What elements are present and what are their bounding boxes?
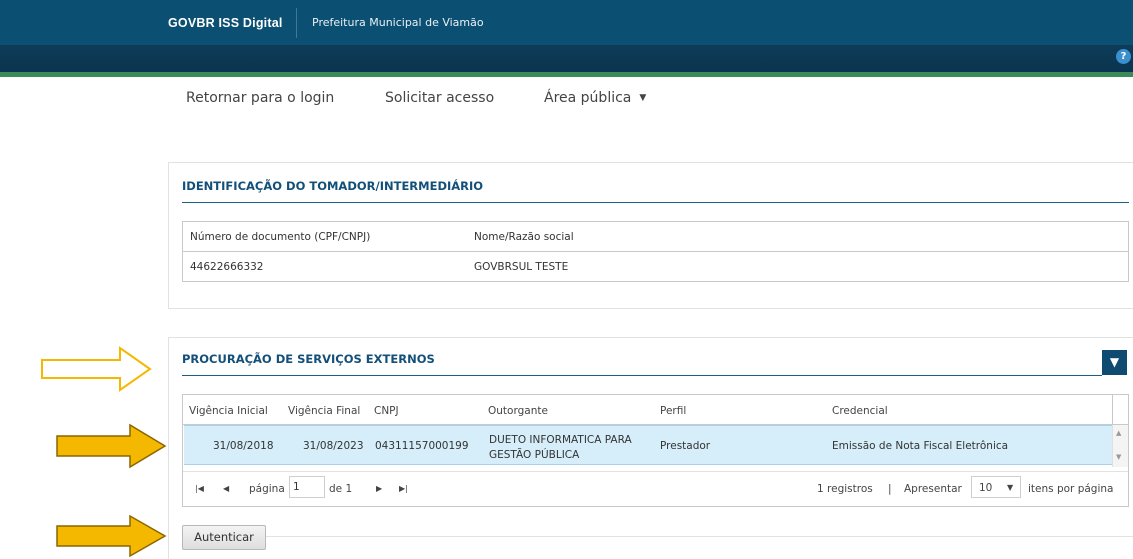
nav-request-access[interactable]: Solicitar acesso xyxy=(385,90,494,106)
document-table-row: 44622666332 GOVBRSUL TESTE xyxy=(183,252,1128,282)
next-page-icon[interactable]: ▶ xyxy=(376,484,382,493)
header-divider xyxy=(296,8,297,38)
grid-header: Vigência Inicial Vigência Final CNPJ Out… xyxy=(183,395,1128,425)
cell-outorgante-line1: DUETO INFORMATICA PARA xyxy=(489,434,632,446)
items-per-page-value: 10 xyxy=(979,482,993,494)
scroll-down-icon[interactable]: ▼ xyxy=(1116,453,1121,461)
document-number: 44622666332 xyxy=(190,261,264,273)
pager-separator: | xyxy=(888,483,892,495)
collapse-toggle-button[interactable]: ▼ xyxy=(1102,350,1127,375)
nav-return-login[interactable]: Retornar para o login xyxy=(186,90,334,106)
cell-credencial: Emissão de Nota Fiscal Eletrônica xyxy=(832,440,1009,452)
nav-public-area[interactable]: Área pública ▼ xyxy=(544,90,646,106)
page-label: página xyxy=(249,483,285,495)
footer-divider xyxy=(266,536,1133,537)
help-icon[interactable]: ? xyxy=(1116,49,1131,64)
cell-vigencia-final: 31/08/2023 xyxy=(303,440,364,452)
cell-outorgante: DUETO INFORMATICA PARA GESTÃO PÚBLICA xyxy=(489,433,632,463)
procuracao-grid: Vigência Inicial Vigência Final CNPJ Out… xyxy=(182,394,1129,507)
identification-title-underline xyxy=(182,202,1129,203)
last-page-icon[interactable]: ▶| xyxy=(399,484,408,493)
caret-down-icon: ▼ xyxy=(1007,483,1014,492)
table-row[interactable]: 31/08/2018 31/08/2023 04311157000199 DUE… xyxy=(184,425,1112,465)
accent-line xyxy=(0,72,1133,77)
sub-header-bar xyxy=(0,45,1133,72)
page-number-input[interactable] xyxy=(289,476,325,498)
grid-pager: |◀ ◀ página de 1 ▶ ▶| 1 registros | Apre… xyxy=(183,471,1128,505)
filled-arrow-icon xyxy=(56,514,167,558)
document-table-header: Número de documento (CPF/CNPJ) Nome/Razã… xyxy=(183,222,1128,252)
authenticate-button[interactable]: Autenticar xyxy=(182,525,266,550)
grid-scrollbar[interactable]: ▲ ▼ xyxy=(1112,425,1128,467)
cell-perfil: Prestador xyxy=(660,440,711,452)
items-per-page-label: itens por página xyxy=(1028,483,1114,495)
column-header-perfil[interactable]: Perfil xyxy=(660,405,686,417)
procuracao-title-underline xyxy=(182,375,1102,376)
procuracao-title: PROCURAÇÃO DE SERVIÇOS EXTERNOS xyxy=(182,352,435,366)
cell-cnpj: 04311157000199 xyxy=(375,440,469,452)
records-count: 1 registros xyxy=(817,483,873,495)
document-table: Número de documento (CPF/CNPJ) Nome/Razã… xyxy=(182,221,1129,282)
nav-public-area-label: Área pública xyxy=(544,90,632,106)
column-header-vigencia-final[interactable]: Vigência Final xyxy=(288,405,360,417)
identification-title: IDENTIFICAÇÃO DO TOMADOR/INTERMEDIÁRIO xyxy=(182,179,484,193)
filled-arrow-icon xyxy=(56,423,167,469)
company-name: GOVBRSUL TESTE xyxy=(474,261,569,273)
page-count: de 1 xyxy=(329,483,353,495)
items-per-page-select[interactable]: 10 ▼ xyxy=(971,476,1021,498)
top-header: GOVBR ISS Digital Prefeitura Municipal d… xyxy=(0,0,1133,45)
previous-page-icon[interactable]: ◀ xyxy=(223,484,229,493)
chevron-down-icon: ▼ xyxy=(1109,355,1120,369)
column-header-credencial[interactable]: Credencial xyxy=(832,405,888,417)
outline-arrow-icon xyxy=(41,346,152,392)
header-scroll-spacer xyxy=(1112,395,1128,425)
cell-vigencia-inicial: 31/08/2018 xyxy=(213,440,274,452)
first-page-icon[interactable]: |◀ xyxy=(195,484,204,493)
column-header-outorgante[interactable]: Outorgante xyxy=(488,405,548,417)
column-header-name: Nome/Razão social xyxy=(474,231,574,243)
column-header-cnpj[interactable]: CNPJ xyxy=(374,405,399,417)
caret-down-icon: ▼ xyxy=(639,93,647,103)
municipality-name: Prefeitura Municipal de Viamão xyxy=(312,16,484,29)
column-header-vigencia-inicial[interactable]: Vigência Inicial xyxy=(189,405,268,417)
app-brand: GOVBR ISS Digital xyxy=(168,16,283,30)
cell-outorgante-line2: GESTÃO PÚBLICA xyxy=(489,449,580,461)
column-header-document: Número de documento (CPF/CNPJ) xyxy=(190,231,371,243)
scroll-up-icon[interactable]: ▲ xyxy=(1116,429,1121,437)
show-label: Apresentar xyxy=(904,483,962,495)
